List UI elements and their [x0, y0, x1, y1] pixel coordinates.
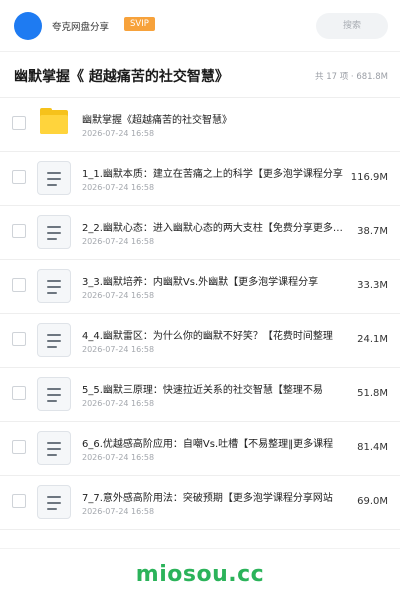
document-icon — [37, 377, 71, 411]
file-name[interactable]: 4_4.幽默雷区：为什么你的幽默不好笑？【花费时间整理 — [82, 327, 346, 342]
folder-icon — [37, 107, 71, 141]
file-size: 24.1M — [357, 334, 388, 345]
document-icon — [37, 161, 71, 195]
row-checkbox[interactable] — [12, 332, 26, 346]
list-item[interactable]: 2_2.幽默心态：进入幽默心态的两大支柱【免费分享更多课程 2026-07-24… — [0, 206, 400, 260]
file-size: 38.7M — [357, 226, 388, 237]
svip-badge: SVIP — [124, 17, 155, 31]
list-item[interactable]: 幽默掌握《超越痛苦的社交智慧》 2026-07-24 16:58 — [0, 98, 400, 152]
file-date: 2026-07-24 16:58 — [82, 129, 155, 138]
list-item[interactable]: 5_5.幽默三原理：快速拉近关系的社交智慧【整理不易 2026-07-24 16… — [0, 368, 400, 422]
file-date: 2026-07-24 16:58 — [82, 237, 155, 246]
watermark: miosou.cc — [135, 562, 265, 587]
file-size: 51.8M — [357, 388, 388, 399]
file-name[interactable]: 幽默掌握《超越痛苦的社交智慧》 — [82, 111, 382, 126]
file-size: 33.3M — [357, 280, 388, 291]
file-name[interactable]: 6_6.优越感高阶应用：自嘲Vs.吐槽【不易整理‖更多课程 — [82, 435, 346, 450]
top-bar: 夸克网盘分享 SVIP 搜索 — [0, 0, 400, 52]
list-item[interactable]: 7_7.意外感高阶用法：突破预期【更多泡学课程分享网站 2026-07-24 1… — [0, 476, 400, 530]
page-title: 幽默掌握《 超越痛苦的社交智慧》 — [14, 69, 229, 85]
file-name[interactable]: 2_2.幽默心态：进入幽默心态的两大支柱【免费分享更多课程 — [82, 219, 346, 234]
document-icon — [37, 431, 71, 465]
search-input[interactable]: 搜索 — [316, 13, 388, 39]
list-item[interactable]: 4_4.幽默雷区：为什么你的幽默不好笑？【花费时间整理 2026-07-24 1… — [0, 314, 400, 368]
brand-name: 夸克网盘分享 — [52, 22, 110, 33]
file-date: 2026-07-24 16:58 — [82, 507, 155, 516]
document-icon — [37, 485, 71, 519]
share-title-bar: 幽默掌握《 超越痛苦的社交智慧》 共 17 项 · 681.8M — [0, 52, 400, 98]
share-meta: 共 17 项 · 681.8M — [315, 72, 388, 82]
list-item[interactable]: 1_1.幽默本质：建立在苦痛之上的科学【更多泡学课程分享 2026-07-24 … — [0, 152, 400, 206]
file-date: 2026-07-24 16:58 — [82, 291, 155, 300]
document-icon — [37, 323, 71, 357]
list-item[interactable]: 6_6.优越感高阶应用：自嘲Vs.吐槽【不易整理‖更多课程 2026-07-24… — [0, 422, 400, 476]
file-size: 69.0M — [357, 496, 388, 507]
file-name[interactable]: 3_3.幽默培养：内幽默Vs.外幽默【更多泡学课程分享 — [82, 273, 346, 288]
avatar[interactable] — [14, 12, 42, 40]
row-checkbox[interactable] — [12, 386, 26, 400]
row-checkbox[interactable] — [12, 278, 26, 292]
file-date: 2026-07-24 16:58 — [82, 453, 155, 462]
list-item[interactable]: 3_3.幽默培养：内幽默Vs.外幽默【更多泡学课程分享 2026-07-24 1… — [0, 260, 400, 314]
file-date: 2026-07-24 16:58 — [82, 345, 155, 354]
file-name[interactable]: 1_1.幽默本质：建立在苦痛之上的科学【更多泡学课程分享 — [82, 165, 346, 180]
file-size: 81.4M — [357, 442, 388, 453]
row-checkbox[interactable] — [12, 170, 26, 184]
row-checkbox[interactable] — [12, 440, 26, 454]
document-icon — [37, 269, 71, 303]
row-checkbox[interactable] — [12, 494, 26, 508]
file-date: 2026-07-24 16:58 — [82, 183, 155, 192]
file-name[interactable]: 7_7.意外感高阶用法：突破预期【更多泡学课程分享网站 — [82, 489, 346, 504]
document-icon — [37, 215, 71, 249]
file-date: 2026-07-24 16:58 — [82, 399, 155, 408]
row-checkbox[interactable] — [12, 224, 26, 238]
file-size: 116.9M — [350, 172, 388, 183]
file-list: 幽默掌握《超越痛苦的社交智慧》 2026-07-24 16:58 1_1.幽默本… — [0, 98, 400, 530]
file-name[interactable]: 5_5.幽默三原理：快速拉近关系的社交智慧【整理不易 — [82, 381, 346, 396]
divider — [0, 548, 400, 549]
row-checkbox[interactable] — [12, 116, 26, 130]
